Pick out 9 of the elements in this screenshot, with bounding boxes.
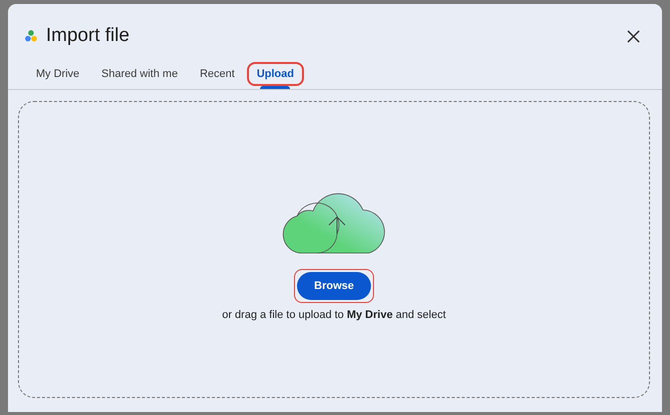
upload-hint: or drag a file to upload to My Drive and select xyxy=(222,308,446,320)
tab[interactable]: Recent xyxy=(190,62,245,86)
close-icon xyxy=(627,30,640,42)
drop-zone[interactable]: Browse or drag a file to upload to My Drive and select xyxy=(18,101,650,398)
tab[interactable]: My Drive xyxy=(26,62,90,86)
tab[interactable]: Shared with me xyxy=(91,62,188,86)
active-tab-indicator xyxy=(260,86,290,89)
browse-button[interactable]: Browse xyxy=(297,272,371,300)
dialog-title: Import file xyxy=(46,25,130,47)
